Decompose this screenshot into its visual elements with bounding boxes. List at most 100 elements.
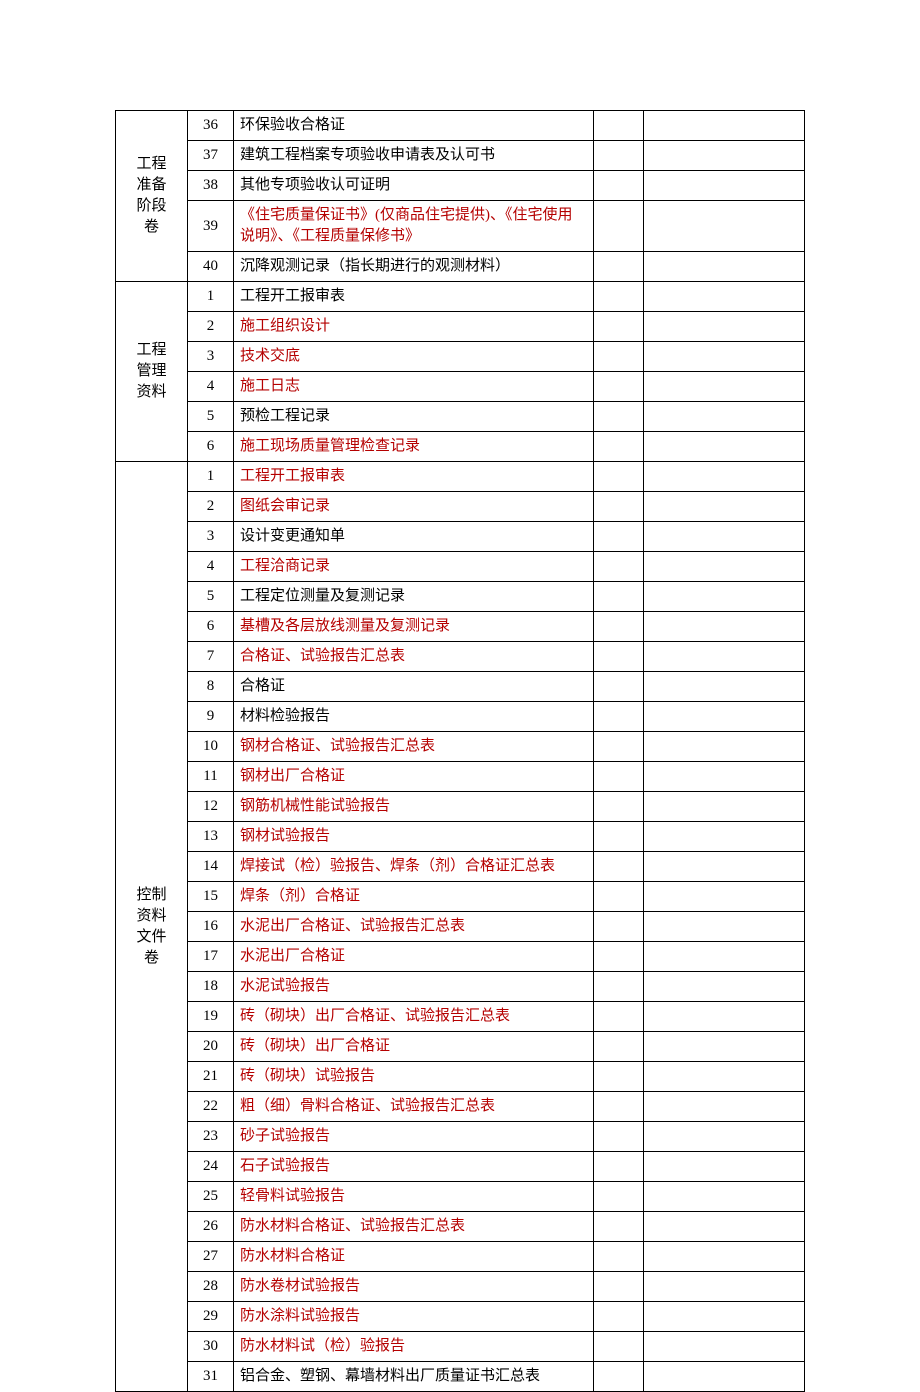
section-group-cell: 控制资料文件卷 xyxy=(116,462,188,1392)
row-col-a xyxy=(594,1062,644,1092)
row-number: 29 xyxy=(188,1302,234,1332)
row-col-a xyxy=(594,1242,644,1272)
row-number: 14 xyxy=(188,852,234,882)
row-col-a xyxy=(594,612,644,642)
row-number: 12 xyxy=(188,792,234,822)
row-number: 24 xyxy=(188,1152,234,1182)
row-name: 建筑工程档案专项验收申请表及认可书 xyxy=(234,141,594,171)
row-col-a xyxy=(594,672,644,702)
row-col-a xyxy=(594,282,644,312)
row-col-a xyxy=(594,1272,644,1302)
row-number: 5 xyxy=(188,402,234,432)
row-number: 21 xyxy=(188,1062,234,1092)
row-name: 防水卷材试验报告 xyxy=(234,1272,594,1302)
table-row: 14焊接试（检）验报告、焊条（剂）合格证汇总表 xyxy=(116,852,805,882)
row-name: 钢材合格证、试验报告汇总表 xyxy=(234,732,594,762)
row-col-b xyxy=(644,642,805,672)
row-name: 砂子试验报告 xyxy=(234,1122,594,1152)
table-row: 28防水卷材试验报告 xyxy=(116,1272,805,1302)
row-col-a xyxy=(594,1212,644,1242)
row-name: 水泥出厂合格证 xyxy=(234,942,594,972)
row-number: 6 xyxy=(188,612,234,642)
row-number: 10 xyxy=(188,732,234,762)
row-number: 6 xyxy=(188,432,234,462)
table-row: 30防水材料试（检）验报告 xyxy=(116,1332,805,1362)
table-row: 15焊条（剂）合格证 xyxy=(116,882,805,912)
row-col-b xyxy=(644,402,805,432)
row-col-b xyxy=(644,852,805,882)
row-name: 防水材料试（检）验报告 xyxy=(234,1332,594,1362)
section-group-label: 工程管理资料 xyxy=(136,340,166,403)
row-name: 轻骨料试验报告 xyxy=(234,1182,594,1212)
row-number: 31 xyxy=(188,1362,234,1392)
row-number: 40 xyxy=(188,252,234,282)
row-col-b xyxy=(644,612,805,642)
row-col-a xyxy=(594,111,644,141)
row-name: 图纸会审记录 xyxy=(234,492,594,522)
row-name: 技术交底 xyxy=(234,342,594,372)
row-col-a xyxy=(594,1302,644,1332)
row-col-a xyxy=(594,552,644,582)
row-col-a xyxy=(594,1032,644,1062)
row-col-a xyxy=(594,912,644,942)
row-name: 铝合金、塑钢、幕墙材料出厂质量证书汇总表 xyxy=(234,1362,594,1392)
row-name: 设计变更通知单 xyxy=(234,522,594,552)
row-name: 施工现场质量管理检查记录 xyxy=(234,432,594,462)
table-row: 7合格证、试验报告汇总表 xyxy=(116,642,805,672)
row-number: 38 xyxy=(188,171,234,201)
row-col-b xyxy=(644,342,805,372)
row-col-a xyxy=(594,141,644,171)
row-number: 8 xyxy=(188,672,234,702)
table-row: 4工程洽商记录 xyxy=(116,552,805,582)
row-col-b xyxy=(644,111,805,141)
row-name: 工程定位测量及复测记录 xyxy=(234,582,594,612)
row-col-b xyxy=(644,201,805,252)
row-name: 合格证 xyxy=(234,672,594,702)
row-name: 砖（砌块）出厂合格证、试验报告汇总表 xyxy=(234,1002,594,1032)
table-row: 25轻骨料试验报告 xyxy=(116,1182,805,1212)
row-col-b xyxy=(644,1272,805,1302)
row-col-a xyxy=(594,1122,644,1152)
row-name: 工程洽商记录 xyxy=(234,552,594,582)
row-name: 砖（砌块）出厂合格证 xyxy=(234,1032,594,1062)
row-number: 9 xyxy=(188,702,234,732)
row-col-b xyxy=(644,1002,805,1032)
row-col-b xyxy=(644,1032,805,1062)
table-row: 29防水涂料试验报告 xyxy=(116,1302,805,1332)
table-row: 控制资料文件卷1工程开工报审表 xyxy=(116,462,805,492)
row-col-a xyxy=(594,792,644,822)
table-row: 8合格证 xyxy=(116,672,805,702)
row-col-a xyxy=(594,372,644,402)
row-number: 3 xyxy=(188,522,234,552)
row-col-b xyxy=(644,492,805,522)
row-number: 2 xyxy=(188,492,234,522)
row-col-a xyxy=(594,642,644,672)
row-number: 7 xyxy=(188,642,234,672)
row-name: 环保验收合格证 xyxy=(234,111,594,141)
table-row: 20砖（砌块）出厂合格证 xyxy=(116,1032,805,1062)
row-col-a xyxy=(594,762,644,792)
row-col-b xyxy=(644,732,805,762)
table-row: 6施工现场质量管理检查记录 xyxy=(116,432,805,462)
row-col-a xyxy=(594,312,644,342)
row-col-a xyxy=(594,1332,644,1362)
row-col-b xyxy=(644,822,805,852)
row-col-b xyxy=(644,252,805,282)
row-name: 合格证、试验报告汇总表 xyxy=(234,642,594,672)
row-col-b xyxy=(644,1362,805,1392)
row-number: 20 xyxy=(188,1032,234,1062)
row-name: 沉降观测记录（指长期进行的观测材料） xyxy=(234,252,594,282)
row-col-b xyxy=(644,171,805,201)
section-group-cell: 工程准备阶段卷 xyxy=(116,111,188,282)
row-number: 30 xyxy=(188,1332,234,1362)
row-col-b xyxy=(644,1062,805,1092)
row-col-a xyxy=(594,822,644,852)
table-row: 31铝合金、塑钢、幕墙材料出厂质量证书汇总表 xyxy=(116,1362,805,1392)
table-row: 5工程定位测量及复测记录 xyxy=(116,582,805,612)
row-col-b xyxy=(644,1332,805,1362)
row-col-b xyxy=(644,432,805,462)
row-number: 25 xyxy=(188,1182,234,1212)
row-col-a xyxy=(594,171,644,201)
row-name: 预检工程记录 xyxy=(234,402,594,432)
table-row: 2图纸会审记录 xyxy=(116,492,805,522)
